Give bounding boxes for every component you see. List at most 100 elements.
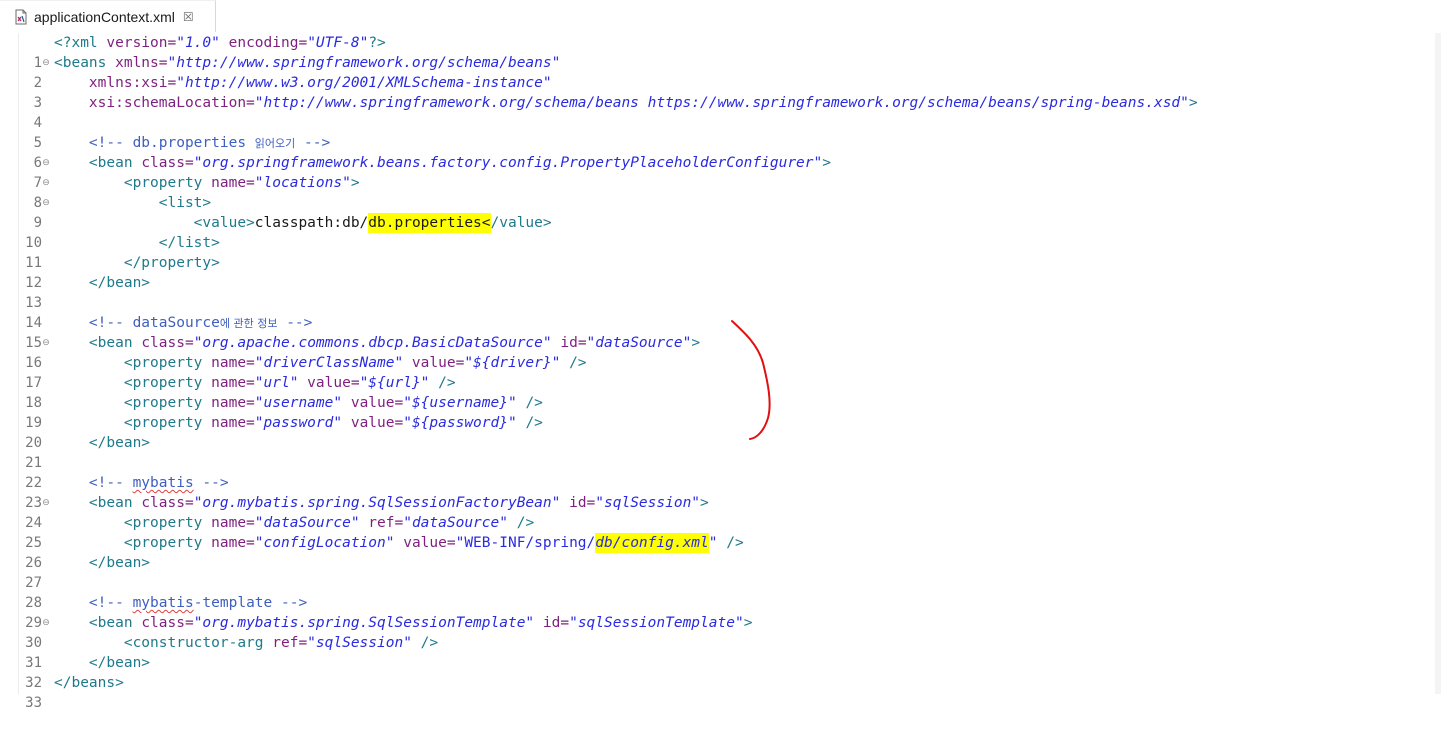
code-line-13[interactable]: 13 </bean> bbox=[0, 273, 1430, 311]
tab-application-context[interactable]: applicationContext.xml ☒ bbox=[0, 0, 216, 32]
code-line-24[interactable]: 24 ⊖ <bean class= "org.mybatis.spring.Sql… bbox=[0, 493, 1430, 531]
code-line-7[interactable]: 7 ⊖ <bean class= "org.springframework.bea… bbox=[0, 153, 1430, 191]
code-line-25[interactable]: 25 <property name= "dataSource" ref= "data… bbox=[0, 513, 1430, 551]
code-line-23[interactable]: 23 <!-- mybatis --> bbox=[0, 473, 1430, 511]
close-tab-icon[interactable]: ☒ bbox=[183, 10, 194, 24]
code-text: xmlns:xsi= "http://www.w3.org/2001/XMLSch… bbox=[54, 73, 552, 93]
fold-toggle-icon[interactable]: ⊖ bbox=[41, 613, 51, 633]
code-text: <property name= "username" value= "${usern… bbox=[54, 393, 543, 413]
code-line-16[interactable]: 16 ⊖ <bean class= "org.apache.commons.dbc… bbox=[0, 333, 1430, 371]
fold-toggle-icon[interactable]: ⊖ bbox=[41, 173, 51, 193]
tag: <list> bbox=[54, 195, 212, 211]
fold-toggle-icon[interactable]: ⊖ bbox=[41, 53, 51, 73]
attribute-value: "http://www.springframework.org/schema/b… bbox=[167, 55, 561, 71]
code-line-14[interactable]: 14 bbox=[0, 293, 1430, 331]
attribute: name= bbox=[211, 395, 255, 411]
attribute-value: "dataSource" bbox=[586, 335, 692, 351]
xml-file-icon bbox=[14, 9, 28, 25]
attribute: name= bbox=[211, 535, 255, 551]
code-line-32[interactable]: 32 </bean> bbox=[0, 653, 1430, 691]
code-text: <!-- mybatis -template --> bbox=[54, 593, 307, 613]
comment: <!-- bbox=[54, 595, 133, 611]
code-line-8[interactable]: 8 ⊖ <property name= "locations" > bbox=[0, 173, 1430, 211]
tag-end: > bbox=[743, 615, 753, 631]
attribute-value: "org.apache.commons.dbcp.BasicDataSource… bbox=[193, 335, 552, 351]
tag: <property bbox=[54, 375, 212, 391]
fold-toggle-icon[interactable]: ⊖ bbox=[41, 333, 51, 353]
fold-toggle-icon[interactable]: ⊖ bbox=[41, 193, 51, 213]
code-line-28[interactable]: 28 bbox=[0, 573, 1430, 611]
code-line-12[interactable]: 12 </property> bbox=[0, 253, 1430, 291]
attribute-value: "${username}" bbox=[403, 395, 517, 411]
attribute-value: "${url}" bbox=[359, 375, 430, 391]
attribute: xmlns:xsi= bbox=[54, 75, 177, 91]
tag: <bean bbox=[54, 615, 142, 631]
comment: <!-- db.properties bbox=[54, 135, 255, 151]
code-line-22[interactable]: 22 bbox=[0, 453, 1430, 491]
attribute-value: "dataSource" bbox=[403, 515, 508, 531]
attribute: class= bbox=[141, 155, 194, 171]
code-text: </list> bbox=[54, 233, 220, 253]
code-text: <!-- mybatis --> bbox=[54, 473, 229, 493]
tag: <beans bbox=[54, 55, 116, 71]
code-text: </bean> bbox=[54, 553, 150, 573]
attribute: name= bbox=[211, 375, 255, 391]
xml-declaration-end: ?> bbox=[368, 35, 386, 51]
code-line-21[interactable]: 21 </bean> bbox=[0, 433, 1430, 471]
code-line-15[interactable]: 15 <!-- dataSource 에 관한 정보 --> bbox=[0, 313, 1430, 351]
fold-toggle-icon[interactable]: ⊖ bbox=[41, 153, 51, 173]
tag-end: > bbox=[691, 335, 701, 351]
code-text: </beans> bbox=[54, 673, 124, 693]
code-line-3[interactable]: 3 xmlns:xsi= "http://www.w3.org/2001/XMLS… bbox=[0, 73, 1430, 111]
code-line-33[interactable]: 33 </beans> bbox=[0, 673, 1430, 711]
tag-end: /> bbox=[516, 415, 543, 431]
code-line-4[interactable]: 4 xsi:schemaLocation= "http://www.springf… bbox=[0, 93, 1430, 131]
tag: <property bbox=[54, 175, 212, 191]
code-line-18[interactable]: 18 <property name= "url" value= "${url}" /… bbox=[0, 373, 1430, 411]
code-line-17[interactable]: 17 <property name= "driverClassName" valu… bbox=[0, 353, 1430, 391]
code-text: <property name= "password" value= "${passw… bbox=[54, 413, 543, 433]
text-content: classpath:db/ bbox=[254, 215, 369, 231]
attribute-value: "configLocation" bbox=[254, 535, 395, 551]
tag-end: > bbox=[822, 155, 831, 171]
code-line-30[interactable]: 30 ⊖ <bean class= "org.mybatis.spring.Sql… bbox=[0, 613, 1430, 651]
attribute-value: "sqlSession" bbox=[307, 635, 412, 651]
code-line-6[interactable]: 6 <!-- db.properties 읽어오기 --> bbox=[0, 133, 1430, 171]
attribute-value: "org.springframework.beans.factory.confi… bbox=[193, 155, 823, 171]
attribute: encoding= bbox=[219, 35, 308, 51]
comment: <!-- bbox=[54, 475, 133, 491]
code-line-11[interactable]: 11 </list> bbox=[0, 233, 1430, 271]
comment: --> bbox=[295, 135, 331, 151]
code-line-31[interactable]: 31 <constructor-arg ref= "sqlSession" /> bbox=[0, 633, 1430, 671]
code-line-26[interactable]: 26 <property name= "configLocation" value… bbox=[0, 533, 1430, 571]
tag: <bean bbox=[54, 495, 142, 511]
highlighted-text: db/config.xml bbox=[595, 533, 709, 553]
code-text: <?xml version= "1.0" encoding= "UTF-8" ?> bbox=[54, 33, 386, 53]
code-line-1[interactable]: 1 <?xml version= "1.0" encoding= "UTF-8" ?> bbox=[0, 33, 1430, 71]
code-line-19[interactable]: 19 <property name= "username" value= "${us… bbox=[0, 393, 1430, 431]
code-line-9[interactable]: 9 ⊖ <list> bbox=[0, 193, 1430, 231]
attribute-value: "driverClassName" bbox=[254, 355, 404, 371]
comment: <!-- dataSource bbox=[54, 315, 220, 331]
vertical-scrollbar[interactable] bbox=[1435, 33, 1441, 694]
tag: </list> bbox=[54, 235, 220, 251]
attribute-value: "WEB-INF/spring/ bbox=[455, 535, 596, 551]
attribute: xsi:schemaLocation= bbox=[54, 95, 255, 111]
tag-end: > bbox=[350, 175, 360, 191]
code-text: <bean class= "org.mybatis.spring.SqlSessi… bbox=[54, 493, 709, 513]
fold-toggle-icon[interactable]: ⊖ bbox=[41, 493, 51, 513]
tag: </beans> bbox=[54, 675, 124, 691]
code-line-29[interactable]: 29 <!-- mybatis -template --> bbox=[0, 593, 1430, 631]
attribute: name= bbox=[211, 415, 255, 431]
code-line-20[interactable]: 20 <property name= "password" value= "${pa… bbox=[0, 413, 1430, 451]
code-line-10[interactable]: 10 <value> classpath:db/db.properties</va… bbox=[0, 213, 1430, 251]
attribute-value: "http://www.springframework.org/schema/b… bbox=[254, 95, 1189, 111]
tag-end: /> bbox=[516, 395, 543, 411]
attribute-value: "${password}" bbox=[403, 415, 517, 431]
code-line-27[interactable]: 27 </bean> bbox=[0, 553, 1430, 591]
attribute: class= bbox=[141, 615, 194, 631]
code-editor[interactable]: 1 <?xml version= "1.0" encoding= "UTF-8" ?>… bbox=[0, 33, 1441, 711]
code-line-5[interactable]: 5 bbox=[0, 113, 1430, 151]
code-text: <list> bbox=[54, 193, 211, 213]
code-line-2[interactable]: 2 ⊖ <beans xmlns= "http://www.springframe… bbox=[0, 53, 1430, 91]
